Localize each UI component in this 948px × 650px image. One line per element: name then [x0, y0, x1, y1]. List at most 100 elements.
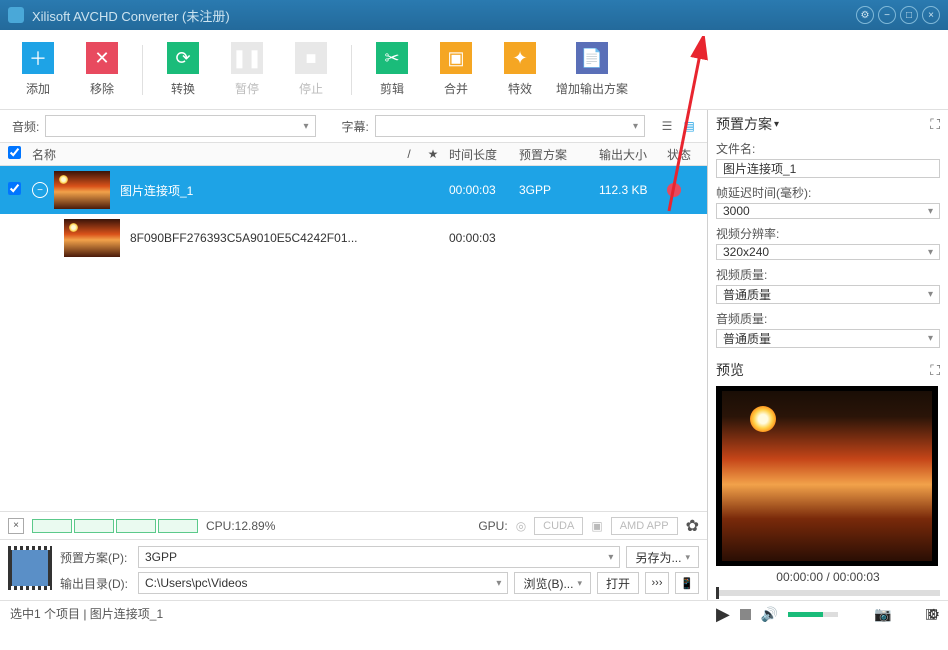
thumbnail [54, 171, 110, 209]
cpu-label: CPU:12.89% [206, 519, 275, 533]
pause-label: 暂停 [235, 80, 259, 97]
track-dropdowns: 音频: 字幕: ☰ ▤ [0, 110, 707, 142]
seek-slider[interactable] [716, 590, 940, 596]
audio-combo[interactable] [45, 115, 315, 137]
stop-label: 停止 [299, 80, 323, 97]
audio-label: 音频: [12, 118, 39, 135]
film-icon [8, 546, 52, 590]
output-panel: 预置方案(P): 3GPP 另存为... 输出目录(D): C:\Users\p… [0, 539, 707, 600]
col-slash[interactable]: / [397, 147, 421, 161]
col-status[interactable]: 状态 [663, 146, 707, 163]
browse-button[interactable]: 浏览(B)... [514, 572, 591, 594]
document-icon: 📄 [576, 42, 608, 74]
remove-button[interactable]: ✕ 移除 [70, 38, 134, 102]
col-name[interactable]: 名称 [28, 146, 397, 163]
cpu-row: × CPU:12.89% GPU: ◎ CUDA ▣ AMD APP ✿ [0, 511, 707, 539]
snapshot-button[interactable]: 📷 [874, 606, 891, 623]
maximize-button[interactable]: □ [900, 6, 918, 24]
scissors-icon: ✂ [376, 42, 408, 74]
move-to-button[interactable]: ››› [645, 572, 669, 594]
row-checkbox[interactable] [8, 182, 21, 195]
audio-quality-combo[interactable]: 普通质量 [716, 329, 940, 348]
col-size[interactable]: 输出大小 [595, 146, 663, 163]
x-icon: ✕ [86, 42, 118, 74]
minimize-button[interactable]: − [878, 6, 896, 24]
frame-delay-combo[interactable]: 3000 [716, 203, 940, 219]
pause-button[interactable]: ❚❚ 暂停 [215, 38, 279, 102]
list-view-icon[interactable]: ☰ [657, 116, 677, 136]
row-duration: 00:00:03 [445, 231, 515, 245]
filename-input[interactable]: 图片连接项_1 [716, 159, 940, 178]
row-duration: 00:00:03 [445, 183, 515, 197]
play-button[interactable]: ▶ [716, 604, 730, 625]
add-profile-button[interactable]: 📄 增加输出方案 [552, 38, 632, 102]
stop-preview-button[interactable] [740, 609, 751, 620]
subtitle-combo[interactable] [375, 115, 645, 137]
preset-label: 预置方案(P): [60, 549, 132, 566]
preset-combo[interactable]: 3GPP [138, 546, 620, 568]
magic-icon: ✦ [504, 42, 536, 74]
preview-section: 预览 ⛶ 00:00:00 / 00:00:03 ▶ 🔊 📷 ⚙ [716, 358, 940, 625]
preset-value: 3GPP [145, 550, 177, 564]
core-meter [116, 519, 156, 533]
col-duration[interactable]: 时间长度 [445, 146, 515, 163]
convert-label: 转换 [171, 80, 195, 97]
settings-button[interactable]: ⚙ [856, 6, 874, 24]
add-profile-label: 增加输出方案 [556, 80, 628, 97]
effects-button[interactable]: ✦ 特效 [488, 38, 552, 102]
table-row[interactable]: 8F090BFF276393C5A9010E5C4242F01... 00:00… [0, 214, 707, 262]
expand-preview-icon[interactable]: ⛶ [930, 362, 940, 379]
core-meter [74, 519, 114, 533]
row-preset: 3GPP [515, 183, 595, 197]
preview-title: 预览 [716, 360, 744, 380]
amd-button[interactable]: AMD APP [611, 517, 678, 535]
status-error-icon [667, 183, 681, 197]
plus-icon: ＋ [22, 42, 54, 74]
volume-icon[interactable]: 🔊 [761, 606, 778, 623]
clip-button[interactable]: ✂ 剪辑 [360, 38, 424, 102]
row-size: 112.3 KB [595, 183, 663, 197]
close-button[interactable]: × [922, 6, 940, 24]
col-preset[interactable]: 预置方案 [515, 146, 595, 163]
refresh-icon: ⟳ [167, 42, 199, 74]
amd-icon: ▣ [591, 519, 602, 533]
detail-view-icon[interactable]: ▤ [679, 116, 699, 136]
separator [142, 45, 143, 95]
merge-button[interactable]: ▣ 合并 [424, 38, 488, 102]
convert-button[interactable]: ⟳ 转换 [151, 38, 215, 102]
device-button[interactable]: 📱 [675, 572, 699, 594]
effects-label: 特效 [508, 80, 532, 97]
close-cores-button[interactable]: × [8, 518, 24, 534]
add-button[interactable]: ＋ 添加 [6, 38, 70, 102]
video-quality-combo[interactable]: 普通质量 [716, 285, 940, 304]
stop-icon: ■ [295, 42, 327, 74]
nvidia-icon: ◎ [516, 519, 526, 533]
collapse-icon[interactable]: − [32, 182, 48, 198]
save-as-button[interactable]: 另存为... [626, 546, 699, 568]
gear-icon[interactable]: ✿ [686, 516, 699, 536]
dir-combo[interactable]: C:\Users\pc\Videos [138, 572, 508, 594]
table-header: 名称 / ★ 时间长度 预置方案 输出大小 状态 [0, 142, 707, 166]
preview-image [722, 391, 932, 561]
dir-value: C:\Users\pc\Videos [145, 576, 248, 590]
cpu-cores [32, 519, 198, 533]
cuda-button[interactable]: CUDA [534, 517, 583, 535]
resolution-combo[interactable]: 320x240 [716, 244, 940, 260]
preview-time: 00:00:00 / 00:00:03 [716, 570, 940, 584]
select-all-checkbox[interactable] [8, 146, 21, 159]
expand-icon[interactable]: ⛶ [930, 116, 940, 133]
window-title: Xilisoft AVCHD Converter (未注册) [32, 6, 856, 25]
stop-button[interactable]: ■ 停止 [279, 38, 343, 102]
frame-delay-label: 帧延迟时间(毫秒): [716, 184, 940, 201]
open-button[interactable]: 打开 [597, 572, 639, 594]
volume-slider[interactable] [788, 612, 838, 617]
clip-label: 剪辑 [380, 80, 404, 97]
table-row[interactable]: − 图片连接项_1 00:00:03 3GPP 112.3 KB [0, 166, 707, 214]
chevron-down-icon[interactable]: ▾ [774, 119, 779, 130]
snapshot-settings-button[interactable]: ⚙ [927, 606, 940, 623]
preset-title: 预置方案 [716, 114, 772, 134]
properties-panel: 预置方案▾ ⛶ 文件名: 图片连接项_1 帧延迟时间(毫秒): 3000 视频分… [708, 110, 948, 600]
filename-label: 文件名: [716, 140, 940, 157]
col-star[interactable]: ★ [421, 147, 445, 161]
preview-viewport [716, 386, 938, 566]
